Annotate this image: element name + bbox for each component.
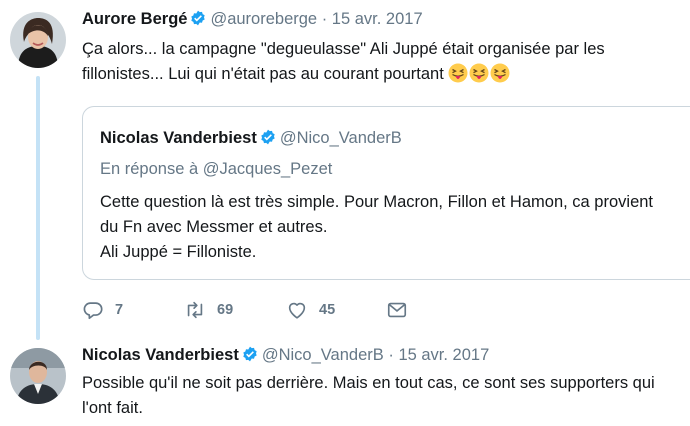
tweet-text-span: fillonistes... Lui qui n'était pas au co… — [82, 65, 444, 83]
retweet-icon — [187, 301, 203, 319]
squinting-tongue-emoji-icon — [448, 63, 468, 83]
avatar[interactable] — [10, 348, 66, 404]
quoted-tweet-header: Nicolas Vanderbiest @Nico_VanderB — [100, 129, 402, 148]
tweet-text-line: l'ont fait. — [82, 399, 143, 417]
separator-dot: · — [388, 346, 394, 364]
tweet-date[interactable]: 15 avr. 2017 — [332, 10, 423, 28]
tweet[interactable]: Aurore Bergé @auroreberge · 15 avr. 2017 … — [0, 0, 690, 340]
envelope-icon — [387, 302, 407, 318]
tweet-text: Ça alors... la campagne "degueulasse" Al… — [82, 37, 605, 87]
reply-prefix: En réponse à — [100, 160, 199, 178]
quoted-text-line: Ali Juppé = Filloniste. — [100, 243, 257, 261]
tweet-header: Aurore Bergé @auroreberge · 15 avr. 2017 — [82, 10, 423, 29]
like-button[interactable]: 45 — [286, 298, 335, 322]
author-handle[interactable]: @Nico_VanderB — [262, 346, 384, 364]
quoted-tweet[interactable]: Nicolas Vanderbiest @Nico_VanderB En répo… — [82, 106, 690, 280]
tweet-text-line: Possible qu'il ne soit pas derrière. Mai… — [82, 374, 655, 392]
tweet[interactable]: Nicolas Vanderbiest @Nico_VanderB · 15 av… — [0, 340, 690, 426]
quoted-author-handle: @Nico_VanderB — [279, 129, 402, 147]
reply-button[interactable]: 7 — [82, 298, 123, 322]
reply-to-handle[interactable]: @Jacques_Pezet — [203, 160, 333, 178]
avatar-photo — [10, 12, 66, 68]
tweet-text-line: fillonistes... Lui qui n'était pas au co… — [82, 62, 605, 87]
reply-icon — [83, 302, 103, 320]
verified-badge-icon — [243, 346, 257, 362]
tweet-text: Possible qu'il ne soit pas derrière. Mai… — [82, 371, 655, 421]
reply-context: En réponse à @Jacques_Pezet — [100, 160, 332, 179]
retweet-button[interactable]: 69 — [184, 298, 233, 322]
reply-count: 7 — [115, 302, 124, 318]
squinting-tongue-emoji-icon — [490, 63, 510, 83]
tweet-text-line: Ça alors... la campagne "degueulasse" Al… — [82, 40, 605, 58]
quoted-text-line: du Fn avec Messmer et autres. — [100, 218, 328, 236]
retweet-count: 69 — [217, 302, 234, 318]
direct-message-button[interactable] — [386, 298, 408, 322]
quoted-tweet-text: Cette question là est très simple. Pour … — [100, 190, 653, 265]
author-handle[interactable]: @auroreberge — [210, 10, 317, 28]
tweet-header: Nicolas Vanderbiest @Nico_VanderB · 15 av… — [82, 346, 489, 365]
quoted-text-line: Cette question là est très simple. Pour … — [100, 193, 653, 211]
verified-badge-icon — [261, 129, 275, 145]
author-name[interactable]: Aurore Bergé — [82, 10, 187, 28]
quoted-author-name: Nicolas Vanderbiest — [100, 129, 257, 147]
thread-line — [36, 76, 40, 340]
avatar[interactable] — [10, 12, 66, 68]
squinting-tongue-emoji-icon — [469, 63, 489, 83]
separator-dot: · — [321, 10, 328, 28]
avatar-photo — [10, 348, 66, 404]
heart-icon — [288, 302, 306, 319]
author-name[interactable]: Nicolas Vanderbiest — [82, 346, 239, 364]
like-count: 45 — [319, 302, 336, 318]
verified-badge-icon — [191, 10, 206, 26]
tweet-date[interactable]: 15 avr. 2017 — [398, 346, 489, 364]
